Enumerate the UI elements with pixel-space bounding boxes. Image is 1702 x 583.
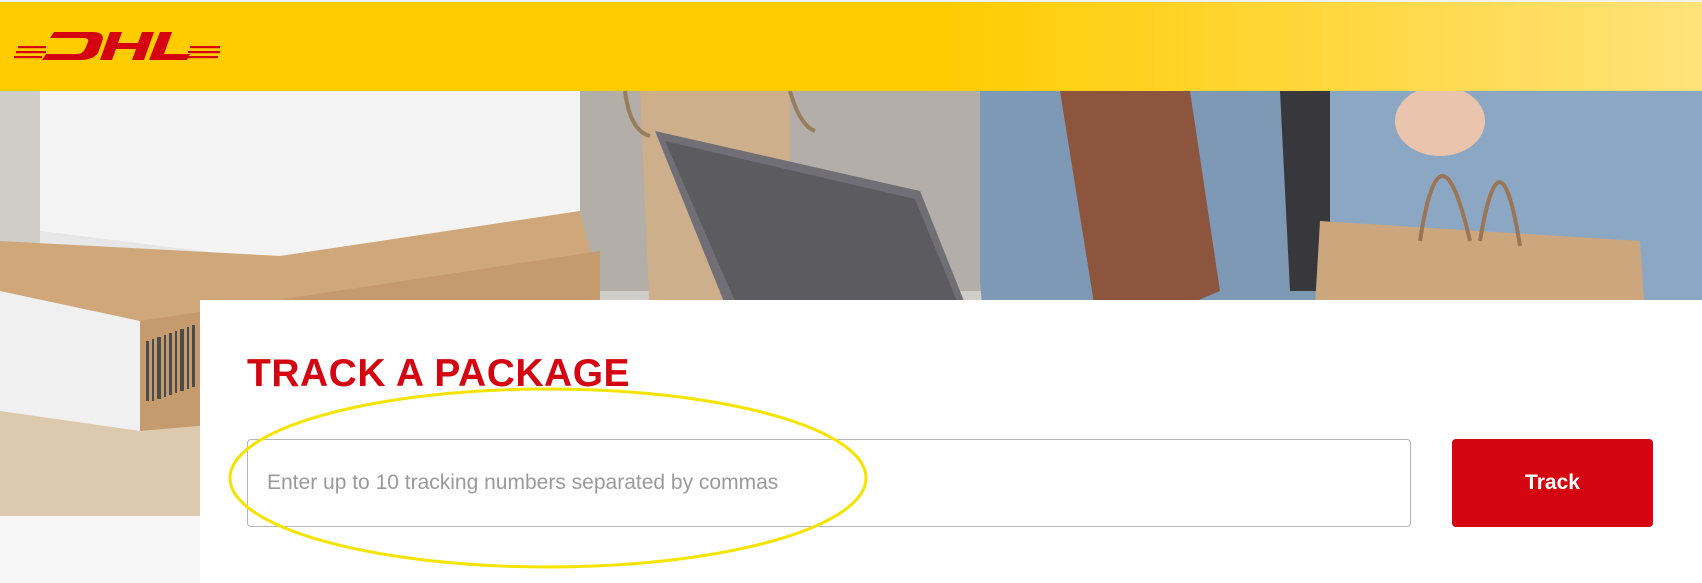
header-bar: [0, 0, 1702, 91]
dhl-logo[interactable]: [14, 26, 220, 66]
dhl-tracking-page: TRACK A PACKAGE Track: [0, 0, 1702, 583]
track-package-title: TRACK A PACKAGE: [247, 352, 631, 395]
tracking-number-input[interactable]: [247, 439, 1411, 527]
track-button[interactable]: Track: [1452, 439, 1653, 527]
track-package-card: TRACK A PACKAGE Track: [200, 300, 1702, 583]
